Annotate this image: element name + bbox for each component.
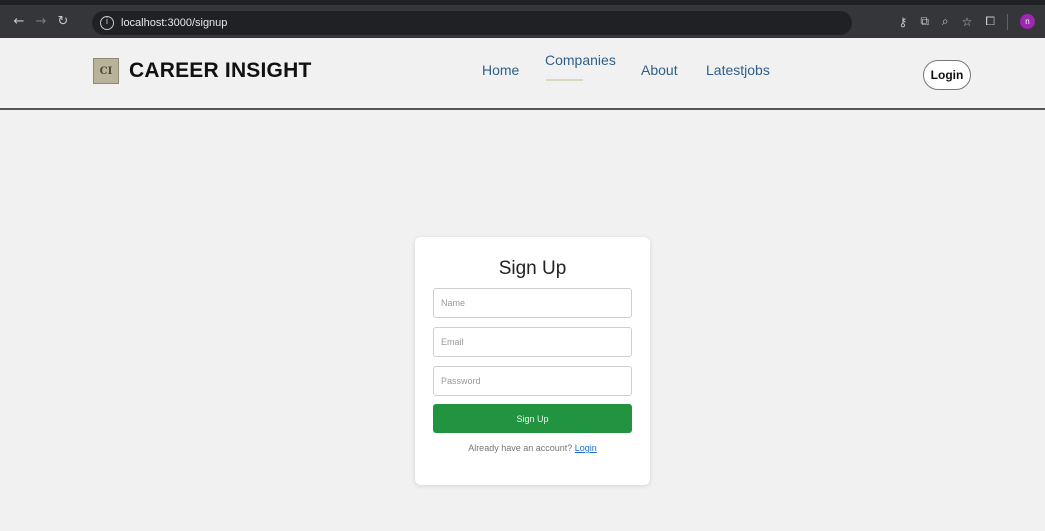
address-bar[interactable]: i localhost:3000/signup xyxy=(92,11,852,35)
site-header: CI CAREER INSIGHT Home Companies About L… xyxy=(0,38,1045,110)
brand-logo: CI xyxy=(93,58,119,84)
email-input[interactable] xyxy=(433,327,632,357)
login-prompt-text: Already have an account? xyxy=(468,443,573,453)
address-bar-url[interactable]: localhost:3000/signup xyxy=(121,17,227,29)
reload-icon[interactable]: ↻ xyxy=(52,14,74,29)
browser-toolbar: ← → ↻ i localhost:3000/signup ⚷ ⧉ ⌕ ☆ ⧠ … xyxy=(0,0,1045,38)
signup-title: Sign Up xyxy=(498,258,567,279)
brand[interactable]: CI CAREER INSIGHT xyxy=(93,58,311,84)
login-link[interactable]: Login xyxy=(575,443,597,453)
zoom-icon[interactable]: ⌕ xyxy=(942,14,949,29)
header-login-button[interactable]: Login xyxy=(923,60,971,90)
bookmark-star-icon[interactable]: ☆ xyxy=(962,15,973,29)
password-key-icon[interactable]: ⚷ xyxy=(899,15,908,29)
browser-actions: ⚷ ⧉ ⌕ ☆ ⧠ n xyxy=(886,5,1035,38)
profile-avatar[interactable]: n xyxy=(1020,14,1035,29)
name-input[interactable] xyxy=(433,288,632,318)
nav-about-link[interactable]: About xyxy=(641,62,678,78)
login-prompt: Already have an account? Login xyxy=(415,443,650,453)
nav-latestjobs-link[interactable]: Latestjobs xyxy=(706,62,770,78)
back-arrow-icon[interactable]: ← xyxy=(8,14,30,29)
nav-home-link[interactable]: Home xyxy=(482,62,519,78)
site-info-icon[interactable]: i xyxy=(100,16,114,30)
toolbar-divider xyxy=(1007,13,1008,30)
signup-submit-button[interactable]: Sign Up xyxy=(433,404,632,433)
forward-arrow-icon[interactable]: → xyxy=(30,14,52,29)
brand-name: CAREER INSIGHT xyxy=(129,59,312,82)
active-nav-indicator xyxy=(546,79,583,81)
signup-card: Sign Up Sign Up Already have an account?… xyxy=(415,237,650,485)
nav-companies-link[interactable]: Companies xyxy=(545,52,616,68)
extensions-icon[interactable]: ⧠ xyxy=(985,14,995,29)
cast-icon[interactable]: ⧉ xyxy=(920,14,929,29)
password-input[interactable] xyxy=(433,366,632,396)
